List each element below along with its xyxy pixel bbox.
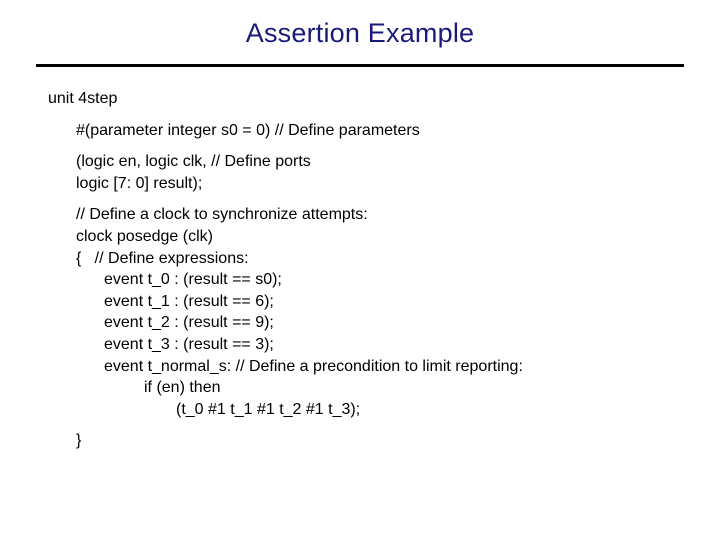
code-line-ev1: event t_1 : (result == 6); (104, 291, 672, 313)
code-line-ifthen: if (en) then (144, 377, 672, 399)
code-line-clkcomment: // Define a clock to synchronize attempt… (76, 204, 672, 226)
code-line-ev3: event t_3 : (result == 3); (104, 334, 672, 356)
code-line-openexpr: { // Define expressions: (76, 248, 672, 270)
code-line-param: #(parameter integer s0 = 0) // Define pa… (76, 120, 672, 142)
code-line-seq: (t_0 #1 t_1 #1 t_2 #1 t_3); (176, 399, 672, 421)
code-line-evn: event t_normal_s: // Define a preconditi… (104, 356, 672, 378)
slide: Assertion Example unit 4step #(parameter… (0, 0, 720, 540)
spacer (48, 110, 672, 120)
title-underline (36, 64, 684, 67)
spacer (48, 420, 672, 430)
code-line-clkdecl: clock posedge (clk) (76, 226, 672, 248)
code-line-ev2: event t_2 : (result == 9); (104, 312, 672, 334)
spacer (48, 141, 672, 151)
slide-title: Assertion Example (0, 18, 720, 49)
code-line-unit: unit 4step (48, 88, 672, 110)
code-body: unit 4step #(parameter integer s0 = 0) /… (48, 88, 672, 452)
code-line-ports1: (logic en, logic clk, // Define ports (76, 151, 672, 173)
code-line-close: } (76, 430, 672, 452)
code-line-ports2: logic [7: 0] result); (76, 173, 672, 195)
spacer (48, 194, 672, 204)
code-line-ev0: event t_0 : (result == s0); (104, 269, 672, 291)
